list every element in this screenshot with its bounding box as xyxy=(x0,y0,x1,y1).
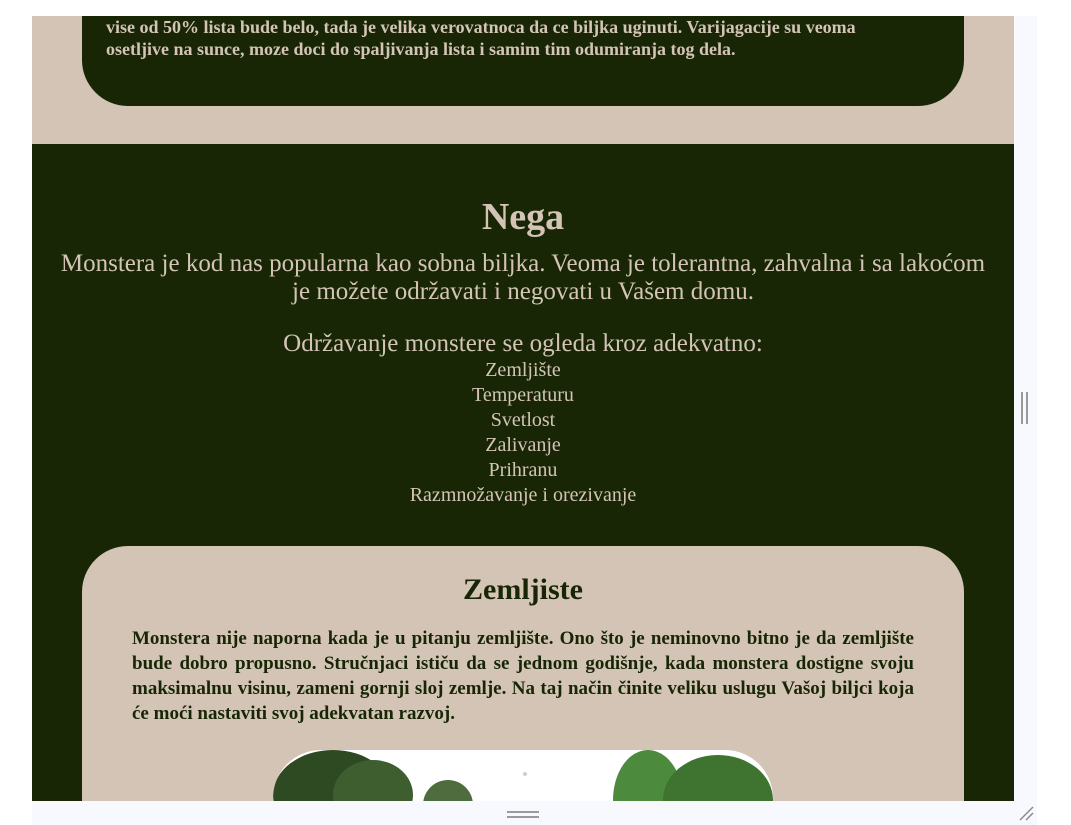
soil-title: Zemljiste xyxy=(463,573,583,606)
resize-grip-icon[interactable] xyxy=(1018,805,1034,821)
care-intro: Monstera je kod nas popularna kao sobna … xyxy=(60,250,986,305)
care-section: Nega Monstera je kod nas popularna kao s… xyxy=(32,144,1014,801)
care-list: Zemljište Temperaturu Svetlost Zalivanje… xyxy=(32,358,1014,508)
soil-text: Monstera nije naporna kada je u pitanju … xyxy=(132,628,914,724)
care-item-watering: Zalivanje xyxy=(485,434,561,456)
soil-card: Zemljiste Monstera nije naporna kada je … xyxy=(82,546,964,801)
care-item-light: Svetlost xyxy=(490,409,556,431)
variegation-text-line-1: vise od 50% lista bude belo, tada je vel… xyxy=(106,17,856,37)
variegation-text-line-2: osetljive na sunce, moze doci do spaljiv… xyxy=(106,39,736,59)
monstera-plant-image xyxy=(273,750,773,801)
care-title: Nega xyxy=(481,196,565,238)
page-viewport: vise od 50% lista bude belo, tada je vel… xyxy=(32,16,1014,801)
variegation-card: vise od 50% lista bude belo, tada je vel… xyxy=(82,16,964,106)
care-item-soil: Zemljište xyxy=(485,359,561,381)
care-item-propagation: Razmnožavanje i orezivanje xyxy=(409,484,637,506)
care-list-lead: Održavanje monstere se ogleda kroz adekv… xyxy=(283,330,763,357)
care-item-feeding: Prihranu xyxy=(488,459,558,481)
care-item-temperature: Temperaturu xyxy=(472,384,574,406)
top-section: vise od 50% lista bude belo, tada je vel… xyxy=(32,16,1014,144)
horizontal-handle-icon[interactable] xyxy=(507,811,539,819)
scroll-handle-icon[interactable] xyxy=(1021,392,1029,424)
